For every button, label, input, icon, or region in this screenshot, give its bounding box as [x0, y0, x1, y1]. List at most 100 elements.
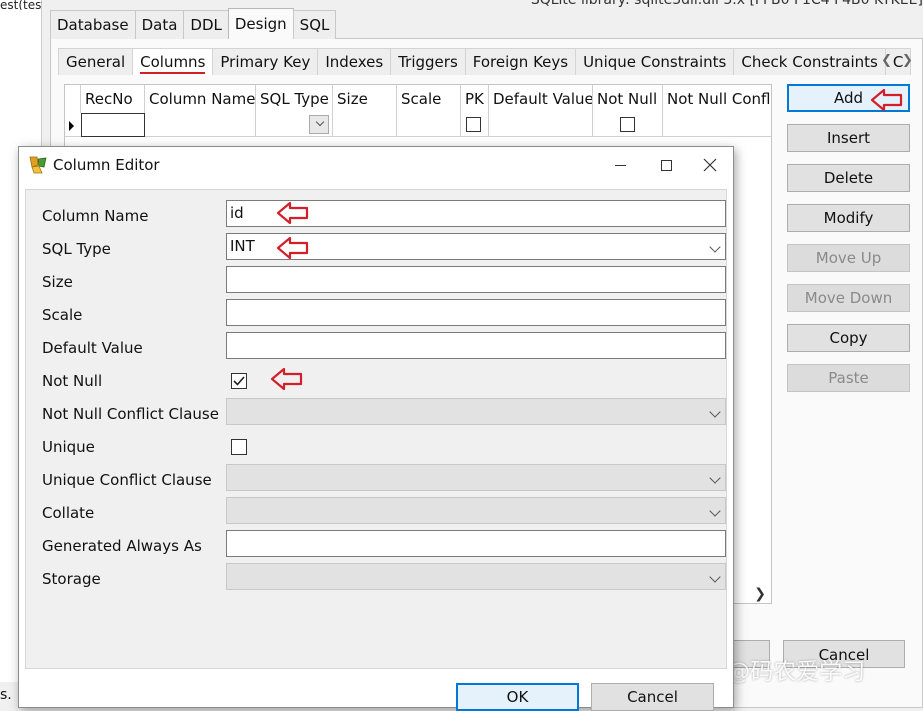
grid-header-column-name[interactable]: Column Name — [145, 85, 256, 113]
unique-conflict-label: Unique Conflict Clause — [42, 471, 212, 489]
object-tree-title: est(testdb — [0, 0, 42, 10]
insert-button[interactable]: Insert — [787, 124, 910, 152]
default-value-cell[interactable] — [489, 113, 593, 137]
scale-input[interactable] — [226, 299, 726, 326]
chevron-down-icon — [709, 406, 721, 418]
column-editor-form: Column Name id SQL Type INT Size Scale D… — [25, 189, 727, 669]
tab-foreign-keys[interactable]: Foreign Keys — [464, 48, 577, 75]
design-tab-bar: Database Data DDL Design SQL — [50, 8, 337, 39]
delete-button[interactable]: Delete — [787, 164, 910, 192]
pk-checkbox[interactable] — [466, 117, 481, 132]
top-info-bar: SQLite library: sqlite3dll.dll 3.x [FFB0… — [42, 0, 923, 10]
tab-columns-label: Columns — [140, 53, 206, 74]
grid-header: RecNo Column Name SQL Type Size Scale PK… — [65, 85, 771, 113]
sql-type-value: INT — [230, 237, 255, 255]
unique-conflict-select[interactable] — [226, 464, 726, 491]
not-null-label: Not Null — [42, 372, 103, 390]
generated-always-as-input[interactable] — [226, 530, 726, 557]
storage-select[interactable] — [226, 563, 726, 590]
annotation-arrow-icon — [276, 236, 309, 260]
grid-header-default-value[interactable]: Default Value — [489, 85, 593, 113]
chevron-down-icon — [709, 472, 721, 484]
copy-button[interactable]: Copy — [787, 324, 910, 352]
tab-database[interactable]: Database — [50, 10, 136, 39]
unique-checkbox[interactable] — [231, 439, 247, 455]
chevron-down-icon — [709, 505, 721, 517]
annotation-arrow-icon — [270, 367, 303, 391]
size-cell[interactable] — [333, 113, 397, 137]
default-value-label: Default Value — [42, 339, 143, 357]
size-label: Size — [42, 273, 73, 291]
tab-general[interactable]: General — [58, 48, 134, 75]
column-name-label: Column Name — [42, 207, 149, 225]
grid-header-scale[interactable]: Scale — [397, 85, 461, 113]
tab-sql[interactable]: SQL — [292, 10, 337, 39]
row-indicator-icon — [69, 121, 74, 131]
generated-always-as-label: Generated Always As — [42, 537, 202, 555]
not-null-checkbox[interactable] — [231, 373, 247, 389]
grid-header-indicator — [65, 85, 81, 113]
grid-header-not-null-conflict[interactable]: Not Null Confli — [663, 85, 771, 113]
grid-header-not-null[interactable]: Not Null — [593, 85, 663, 113]
grid-header-pk[interactable]: PK — [461, 85, 489, 113]
sql-type-label: SQL Type — [42, 240, 111, 258]
chevron-down-icon — [709, 571, 721, 583]
move-down-button[interactable]: Move Down — [787, 284, 910, 312]
annotation-arrow-icon — [276, 201, 309, 225]
collate-label: Collate — [42, 504, 95, 522]
storage-label: Storage — [42, 570, 101, 588]
tab-design[interactable]: Design — [227, 8, 294, 39]
close-button[interactable] — [687, 147, 733, 183]
sql-type-cell[interactable] — [256, 113, 333, 137]
maximize-button[interactable] — [643, 147, 689, 183]
chevron-down-icon[interactable] — [309, 115, 329, 134]
scale-label: Scale — [42, 306, 83, 324]
cancel-button[interactable]: Cancel — [591, 683, 714, 711]
design-subtab-bar: General Columns Primary Key Indexes Trig… — [58, 48, 912, 75]
tab-ddl[interactable]: DDL — [183, 10, 229, 39]
tab-indexes[interactable]: Indexes — [317, 48, 392, 75]
unique-label: Unique — [42, 438, 95, 456]
close-icon — [703, 158, 717, 172]
grid-header-recno[interactable]: RecNo — [81, 85, 145, 113]
chevron-left-icon[interactable]: ❮ — [881, 53, 892, 68]
sqlite-library-info: SQLite library: sqlite3dll.dll 3.x [FFB0… — [530, 0, 923, 8]
recno-edit-cell[interactable] — [81, 113, 145, 137]
tab-data[interactable]: Data — [134, 10, 185, 39]
annotation-arrow-icon — [870, 88, 903, 112]
chevron-down-icon[interactable] — [709, 241, 721, 253]
status-bar-fragment: s. — [0, 682, 19, 708]
not-null-cell[interactable] — [593, 113, 663, 137]
chevron-right-icon[interactable]: ❯ — [740, 586, 772, 604]
not-null-conflict-select[interactable] — [226, 398, 726, 425]
pk-cell[interactable] — [461, 113, 489, 137]
dialog-titlebar[interactable]: Column Editor — [19, 147, 733, 183]
chevron-right-icon[interactable]: ❯ — [902, 53, 913, 68]
minimize-icon — [614, 164, 626, 166]
size-input[interactable] — [226, 266, 726, 293]
paste-button[interactable]: Paste — [787, 364, 910, 392]
not-null-checkbox[interactable] — [620, 117, 635, 132]
default-value-input[interactable] — [226, 332, 726, 359]
ok-button[interactable]: OK — [456, 683, 579, 711]
tab-unique-constraints[interactable]: Unique Constraints — [575, 48, 735, 75]
app-icon — [29, 156, 47, 174]
move-up-button[interactable]: Move Up — [787, 244, 910, 272]
minimize-button[interactable] — [597, 147, 643, 183]
grid-header-size[interactable]: Size — [333, 85, 397, 113]
tab-check-constraints[interactable]: Check Constraints — [733, 48, 886, 75]
collate-select[interactable] — [226, 497, 726, 524]
column-name-cell[interactable] — [145, 113, 256, 137]
table-row[interactable] — [65, 113, 771, 137]
tab-scroll-buttons: ❮ ❯ — [877, 48, 917, 72]
modify-button[interactable]: Modify — [787, 204, 910, 232]
column-editor-dialog: Column Editor Column Name id SQL Type IN… — [18, 146, 734, 711]
tab-triggers[interactable]: Triggers — [390, 48, 466, 75]
scale-cell[interactable] — [397, 113, 461, 137]
not-null-conflict-label: Not Null Conflict Clause — [42, 405, 219, 423]
tab-primary-key[interactable]: Primary Key — [212, 48, 319, 75]
maximize-icon — [660, 159, 672, 171]
checkmark-icon — [233, 376, 245, 386]
tab-columns[interactable]: Columns — [132, 48, 214, 75]
grid-header-sql-type[interactable]: SQL Type — [256, 85, 333, 113]
